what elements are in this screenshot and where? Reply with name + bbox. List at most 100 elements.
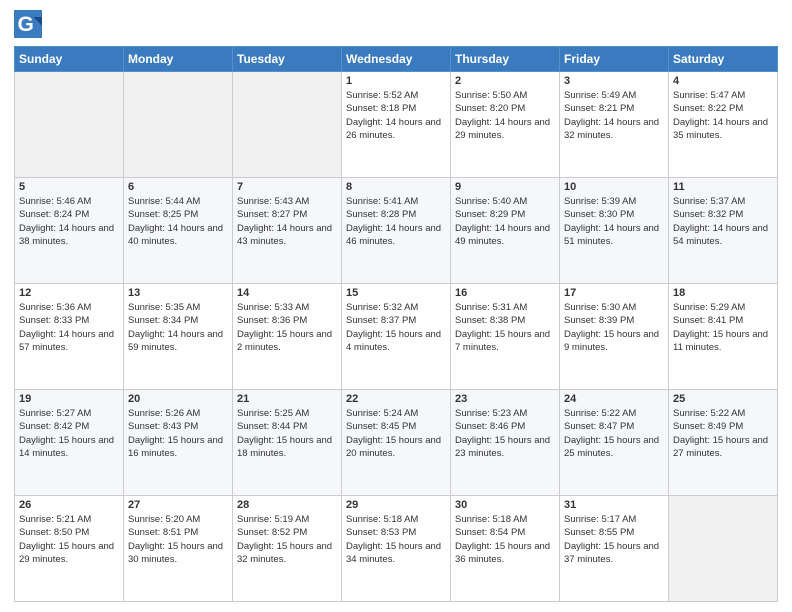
calendar-cell: 10 Sunrise: 5:39 AM Sunset: 8:30 PM Dayli… <box>560 178 669 284</box>
day-number: 25 <box>673 393 773 405</box>
day-info: Sunrise: 5:37 AM Sunset: 8:32 PM Dayligh… <box>673 195 773 248</box>
day-number: 10 <box>564 181 664 193</box>
day-info: Sunrise: 5:30 AM Sunset: 8:39 PM Dayligh… <box>564 301 664 354</box>
weekday-header-monday: Monday <box>124 47 233 72</box>
calendar-cell: 12Sunrise: 5:36 AM Sunset: 8:33 PM Dayli… <box>15 284 124 390</box>
day-info: Sunrise: 5:18 AM Sunset: 8:54 PM Dayligh… <box>455 513 555 566</box>
day-info: Sunrise: 5:47 AM Sunset: 8:22 PM Dayligh… <box>673 89 773 142</box>
day-info: Sunrise: 5:50 AM Sunset: 8:20 PM Dayligh… <box>455 89 555 142</box>
day-info: Sunrise: 5:36 AM Sunset: 8:33 PM Dayligh… <box>19 301 119 354</box>
calendar-cell: 22Sunrise: 5:24 AM Sunset: 8:45 PM Dayli… <box>342 390 451 496</box>
day-number: 26 <box>19 499 119 511</box>
day-info: Sunrise: 5:39 AM Sunset: 8:30 PM Dayligh… <box>564 195 664 248</box>
day-info: Sunrise: 5:23 AM Sunset: 8:46 PM Dayligh… <box>455 407 555 460</box>
week-row-3: 12Sunrise: 5:36 AM Sunset: 8:33 PM Dayli… <box>15 284 778 390</box>
calendar-cell: 13 Sunrise: 5:35 AM Sunset: 8:34 PM Dayli… <box>124 284 233 390</box>
calendar-cell: 4 Sunrise: 5:47 AM Sunset: 8:22 PM Daylig… <box>669 72 778 178</box>
calendar-cell: 1 Sunrise: 5:52 AM Sunset: 8:18 PM Daylig… <box>342 72 451 178</box>
day-number: 8 <box>346 181 446 193</box>
day-number: 9 <box>455 181 555 193</box>
day-number: 28 <box>237 499 337 511</box>
calendar-cell: 16 Sunrise: 5:31 AM Sunset: 8:38 PM Dayli… <box>451 284 560 390</box>
logo: G <box>14 10 46 38</box>
day-info: Sunrise: 5:18 AM Sunset: 8:53 PM Dayligh… <box>346 513 446 566</box>
day-info: Sunrise: 5:21 AM Sunset: 8:50 PM Dayligh… <box>19 513 119 566</box>
day-number: 13 <box>128 287 228 299</box>
day-info: Sunrise: 5:52 AM Sunset: 8:18 PM Dayligh… <box>346 89 446 142</box>
header: G <box>14 10 778 38</box>
svg-text:G: G <box>18 13 34 36</box>
calendar-cell: 18 Sunrise: 5:29 AM Sunset: 8:41 PM Dayli… <box>669 284 778 390</box>
day-number: 29 <box>346 499 446 511</box>
calendar-cell: 20 Sunrise: 5:26 AM Sunset: 8:43 PM Dayli… <box>124 390 233 496</box>
calendar-cell <box>15 72 124 178</box>
calendar-cell: 29 Sunrise: 5:18 AM Sunset: 8:53 PM Dayli… <box>342 496 451 602</box>
weekday-header-saturday: Saturday <box>669 47 778 72</box>
day-info: Sunrise: 5:49 AM Sunset: 8:21 PM Dayligh… <box>564 89 664 142</box>
day-info: Sunrise: 5:29 AM Sunset: 8:41 PM Dayligh… <box>673 301 773 354</box>
calendar-cell: 6 Sunrise: 5:44 AM Sunset: 8:25 PM Daylig… <box>124 178 233 284</box>
day-number: 7 <box>237 181 337 193</box>
day-number: 3 <box>564 75 664 87</box>
day-number: 31 <box>564 499 664 511</box>
day-number: 18 <box>673 287 773 299</box>
calendar-cell <box>233 72 342 178</box>
day-number: 4 <box>673 75 773 87</box>
calendar-cell: 17 Sunrise: 5:30 AM Sunset: 8:39 PM Dayli… <box>560 284 669 390</box>
calendar-cell: 15 Sunrise: 5:32 AM Sunset: 8:37 PM Dayli… <box>342 284 451 390</box>
calendar-cell: 30 Sunrise: 5:18 AM Sunset: 8:54 PM Dayli… <box>451 496 560 602</box>
calendar-cell: 19 Sunrise: 5:27 AM Sunset: 8:42 PM Dayli… <box>15 390 124 496</box>
weekday-header-wednesday: Wednesday <box>342 47 451 72</box>
day-number: 15 <box>346 287 446 299</box>
calendar-cell: 31 Sunrise: 5:17 AM Sunset: 8:55 PM Dayli… <box>560 496 669 602</box>
day-number: 23 <box>455 393 555 405</box>
day-info: Sunrise: 5:25 AM Sunset: 8:44 PM Dayligh… <box>237 407 337 460</box>
day-info: Sunrise: 5:31 AM Sunset: 8:38 PM Dayligh… <box>455 301 555 354</box>
calendar-cell: 14 Sunrise: 5:33 AM Sunset: 8:36 PM Dayli… <box>233 284 342 390</box>
week-row-5: 26 Sunrise: 5:21 AM Sunset: 8:50 PM Dayli… <box>15 496 778 602</box>
day-info: Sunrise: 5:35 AM Sunset: 8:34 PM Dayligh… <box>128 301 228 354</box>
day-number: 30 <box>455 499 555 511</box>
day-info: Sunrise: 5:20 AM Sunset: 8:51 PM Dayligh… <box>128 513 228 566</box>
page: G SundayMondayTuesdayWednesdayThursdayFr… <box>0 0 792 612</box>
day-info: Sunrise: 5:27 AM Sunset: 8:42 PM Dayligh… <box>19 407 119 460</box>
calendar-cell <box>669 496 778 602</box>
day-info: Sunrise: 5:32 AM Sunset: 8:37 PM Dayligh… <box>346 301 446 354</box>
day-info: Sunrise: 5:40 AM Sunset: 8:29 PM Dayligh… <box>455 195 555 248</box>
weekday-header-tuesday: Tuesday <box>233 47 342 72</box>
day-number: 19 <box>19 393 119 405</box>
day-number: 21 <box>237 393 337 405</box>
day-info: Sunrise: 5:22 AM Sunset: 8:49 PM Dayligh… <box>673 407 773 460</box>
weekday-header-friday: Friday <box>560 47 669 72</box>
calendar-cell <box>124 72 233 178</box>
weekday-header-row: SundayMondayTuesdayWednesdayThursdayFrid… <box>15 47 778 72</box>
logo-icon: G <box>14 10 42 38</box>
day-info: Sunrise: 5:41 AM Sunset: 8:28 PM Dayligh… <box>346 195 446 248</box>
week-row-2: 5Sunrise: 5:46 AM Sunset: 8:24 PM Daylig… <box>15 178 778 284</box>
day-number: 14 <box>237 287 337 299</box>
day-number: 16 <box>455 287 555 299</box>
calendar-cell: 3 Sunrise: 5:49 AM Sunset: 8:21 PM Daylig… <box>560 72 669 178</box>
week-row-1: 1 Sunrise: 5:52 AM Sunset: 8:18 PM Daylig… <box>15 72 778 178</box>
day-info: Sunrise: 5:26 AM Sunset: 8:43 PM Dayligh… <box>128 407 228 460</box>
day-number: 6 <box>128 181 228 193</box>
calendar-cell: 27 Sunrise: 5:20 AM Sunset: 8:51 PM Dayli… <box>124 496 233 602</box>
day-number: 27 <box>128 499 228 511</box>
day-info: Sunrise: 5:19 AM Sunset: 8:52 PM Dayligh… <box>237 513 337 566</box>
calendar-cell: 8 Sunrise: 5:41 AM Sunset: 8:28 PM Daylig… <box>342 178 451 284</box>
day-info: Sunrise: 5:17 AM Sunset: 8:55 PM Dayligh… <box>564 513 664 566</box>
day-number: 20 <box>128 393 228 405</box>
day-number: 11 <box>673 181 773 193</box>
calendar-table: SundayMondayTuesdayWednesdayThursdayFrid… <box>14 46 778 602</box>
day-info: Sunrise: 5:46 AM Sunset: 8:24 PM Dayligh… <box>19 195 119 248</box>
calendar-cell: 24Sunrise: 5:22 AM Sunset: 8:47 PM Dayli… <box>560 390 669 496</box>
day-number: 1 <box>346 75 446 87</box>
calendar-cell: 25 Sunrise: 5:22 AM Sunset: 8:49 PM Dayli… <box>669 390 778 496</box>
day-info: Sunrise: 5:22 AM Sunset: 8:47 PM Dayligh… <box>564 407 664 460</box>
day-number: 2 <box>455 75 555 87</box>
day-info: Sunrise: 5:33 AM Sunset: 8:36 PM Dayligh… <box>237 301 337 354</box>
day-number: 17 <box>564 287 664 299</box>
calendar-cell: 5Sunrise: 5:46 AM Sunset: 8:24 PM Daylig… <box>15 178 124 284</box>
calendar-cell: 7Sunrise: 5:43 AM Sunset: 8:27 PM Daylig… <box>233 178 342 284</box>
day-info: Sunrise: 5:44 AM Sunset: 8:25 PM Dayligh… <box>128 195 228 248</box>
